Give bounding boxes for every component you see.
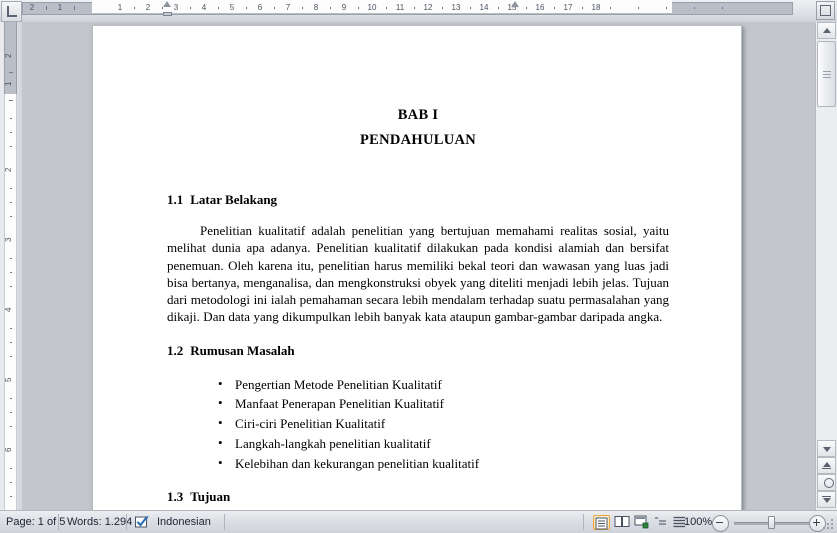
scroll-up-icon (822, 27, 831, 33)
document-title-line-1: BAB I (397, 107, 439, 123)
left-indent-marker[interactable] (163, 1, 172, 16)
list-item: Langkah-langkah penelitian kualitatif (167, 433, 669, 454)
scrollbar-grip-icon (823, 74, 831, 75)
ruler-tick-label: 10 (367, 3, 377, 12)
document-title-line-2: PENDAHULUAN (359, 132, 477, 148)
spell-check-icon[interactable] (134, 515, 151, 530)
section-number: 1.2 (167, 342, 184, 358)
ruler-tick-label: 13 (451, 3, 461, 12)
document-canvas[interactable]: BAB I PENDAHULUAN 1.1 Latar Belakang Pene… (22, 22, 815, 510)
status-separator (126, 514, 127, 530)
ruler-tick-label: 14 (479, 3, 489, 12)
status-separator (224, 514, 225, 530)
vruler-tick-label: 5 (4, 377, 13, 382)
scroll-up-button[interactable] (817, 22, 836, 39)
minus-circle-icon (716, 522, 723, 523)
horizontal-ruler-bar: 2 1 1 2 3 4 5 6 7 8 9 10 11 12 13 14 15 … (0, 0, 837, 22)
ruler-tick-label: 9 (341, 3, 347, 12)
section-heading-1-2: 1.2 Rumusan Masalah (167, 343, 669, 359)
ruler-ticks: 2 1 1 2 3 4 5 6 7 8 9 10 11 12 13 14 15 … (22, 2, 793, 15)
view-button-print-layout[interactable] (593, 515, 610, 530)
ruler-tick-label: 2 (145, 3, 151, 12)
list-item: Kelebihan dan kekurangan penelitian kual… (167, 453, 669, 474)
page-indicator[interactable]: Page: 1 of 5 (6, 515, 65, 530)
vruler-tick-label: 6 (4, 447, 13, 452)
view-ruler-toggle-button[interactable] (816, 1, 835, 20)
right-indent-marker[interactable] (511, 1, 520, 16)
vruler-tick-label: 4 (4, 307, 13, 312)
select-browse-object-button[interactable] (817, 474, 836, 491)
list-item: Manfaat Penerapan Penelitian Kualitatif (167, 393, 669, 414)
full-screen-reading-icon (614, 516, 630, 527)
zoom-out-button[interactable] (712, 515, 729, 532)
ruler-tick-label: 7 (285, 3, 291, 12)
vruler-tick-label: 2 (4, 167, 13, 172)
section-number: 1.3 (167, 489, 184, 505)
ruler-tick-label: 5 (229, 3, 235, 12)
section-title: Rumusan Masalah (190, 342, 295, 358)
ruler-tick-label: 16 (535, 3, 545, 12)
ruler-tick-label: 8 (313, 3, 319, 12)
document-text-area[interactable]: BAB I PENDAHULUAN 1.1 Latar Belakang Pene… (167, 26, 669, 510)
status-separator (583, 514, 584, 530)
vruler-tick-label: 2 (4, 53, 13, 58)
ruler-tick-label: 4 (201, 3, 207, 12)
word-count-indicator[interactable]: Words: 1.294 (67, 515, 132, 530)
status-bar: Page: 1 of 5 Words: 1.294 Indonesian 100… (0, 510, 837, 533)
scroll-down-button[interactable] (817, 440, 836, 457)
language-indicator[interactable]: Indonesian (157, 515, 211, 530)
previous-page-button[interactable] (817, 457, 836, 474)
section-title: Latar Belakang (190, 192, 278, 207)
ruler-toggle-icon (820, 5, 831, 16)
ruler-tick-label: 6 (257, 3, 263, 12)
previous-page-icon (822, 462, 831, 467)
ruler-tick-label: 1 (57, 3, 63, 12)
vruler-tick-label: 3 (4, 237, 13, 242)
scroll-down-icon (822, 446, 831, 452)
list-item: Pengertian Metode Penelitian Kualitatif (167, 374, 669, 395)
horizontal-ruler[interactable]: 2 1 1 2 3 4 5 6 7 8 9 10 11 12 13 14 15 … (22, 0, 793, 22)
vertical-ruler[interactable]: 2 1 2 3 4 5 6 (0, 22, 22, 514)
vertical-scrollbar[interactable] (815, 22, 837, 510)
section-number: 1.1 (167, 192, 184, 207)
view-button-outline[interactable] (654, 515, 671, 530)
next-page-icon (822, 498, 831, 503)
rumusan-masalah-list: Pengertian Metode Penelitian Kualitatif … (167, 374, 669, 474)
zoom-level-label[interactable]: 100% (684, 516, 712, 528)
next-page-button[interactable] (817, 491, 836, 508)
ruler-tick-label: 2 (29, 3, 35, 12)
ruler-tick-label: 11 (395, 3, 405, 12)
status-separator (58, 514, 59, 530)
section-title: Tujuan (190, 489, 231, 505)
scrollbar-thumb[interactable] (817, 41, 836, 107)
left-tab-stop-icon (7, 6, 17, 17)
ruler-tick-label: 12 (423, 3, 433, 12)
tab-stop-selector-button[interactable] (1, 1, 22, 22)
outline-icon (655, 517, 666, 525)
document-page[interactable]: BAB I PENDAHULUAN 1.1 Latar Belakang Pene… (92, 25, 742, 510)
select-browse-object-icon (821, 475, 836, 490)
view-button-full-screen-reading[interactable] (614, 515, 631, 530)
view-button-web-layout[interactable] (634, 515, 651, 530)
list-item: Ciri-ciri Penelitian Kualitatif (167, 413, 669, 434)
vruler-tick-label: 1 (4, 81, 13, 86)
section-heading-1-1: 1.1 Latar Belakang (167, 192, 669, 208)
section-heading-1-3: 1.3 Tujuan (167, 489, 669, 505)
web-layout-icon (634, 515, 649, 529)
ruler-tick-label: 3 (173, 3, 179, 12)
ruler-tick-label: 1 (117, 3, 123, 12)
zoom-slider-thumb[interactable] (768, 516, 775, 529)
paragraph-latar-belakang: Penelitian kualitatif adalah penelitian … (167, 223, 669, 325)
print-layout-icon (595, 517, 608, 530)
ruler-tick-label: 17 (563, 3, 573, 12)
ruler-tick-label: 18 (591, 3, 601, 12)
window-resize-grip[interactable] (823, 519, 835, 531)
